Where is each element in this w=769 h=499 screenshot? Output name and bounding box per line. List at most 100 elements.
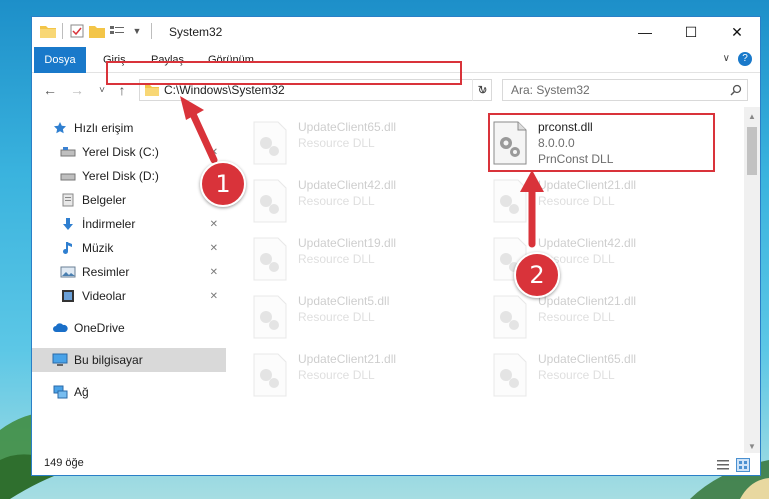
scroll-up-icon[interactable]: ▲	[744, 109, 760, 125]
dll-file-icon	[493, 353, 527, 397]
list-item[interactable]: UpdateClient21.dll Resource DLL	[492, 291, 712, 345]
tab-share[interactable]: Paylaş	[138, 47, 197, 73]
sidebar-item-videos[interactable]: Videolar ✕	[32, 284, 226, 308]
pin-icon[interactable]: ✕	[210, 291, 218, 302]
list-item[interactable]: UpdateClient42.dll Resource DLL	[252, 175, 472, 229]
drive-icon	[60, 168, 76, 184]
sidebar-item-quick-access[interactable]: Hızlı erişim	[32, 116, 226, 140]
properties-icon[interactable]	[69, 23, 85, 39]
file-description: Resource DLL	[538, 310, 615, 324]
dll-file-icon	[493, 179, 527, 223]
network-icon	[52, 384, 68, 400]
dll-file-icon	[493, 121, 527, 165]
recent-locations-button[interactable]: ˅	[92, 80, 112, 100]
toolbar-divider	[151, 23, 152, 39]
dll-file-icon	[493, 295, 527, 339]
list-item[interactable]: UpdateClient19.dll Resource DLL	[252, 233, 472, 287]
list-item[interactable]: UpdateClient65.dll Resource DLL	[492, 349, 712, 403]
back-button[interactable]: ←	[40, 80, 60, 100]
pin-icon[interactable]: ✕	[210, 267, 218, 278]
sidebar-item-this-pc[interactable]: Bu bilgisayar	[32, 348, 226, 372]
address-path[interactable]: C:\Windows\System32	[164, 83, 475, 97]
sidebar-item-music[interactable]: Müzik ✕	[32, 236, 226, 260]
sidebar-item-disk-d[interactable]: Yerel Disk (D:) ✕	[32, 164, 226, 188]
documents-icon	[60, 192, 76, 208]
maximize-button[interactable]: ☐	[668, 17, 714, 47]
file-description: PrnConst DLL	[538, 152, 614, 166]
search-input[interactable]	[511, 83, 725, 97]
sidebar-item-label: Ağ	[74, 385, 89, 399]
ribbon: Dosya Giriş Paylaş Görünüm ∨ ?	[32, 47, 760, 73]
tab-home[interactable]: Giriş	[90, 47, 139, 73]
file-description: Resource DLL	[298, 252, 375, 266]
file-name: UpdateClient21.dll	[538, 178, 637, 192]
pin-icon[interactable]: ✕	[210, 147, 218, 158]
quick-access-toolbar: ▼	[40, 23, 154, 39]
list-item[interactable]: UpdateClient5.dll Resource DLL	[252, 291, 472, 345]
list-item[interactable]: UpdateClient21.dll Resource DLL	[492, 175, 712, 229]
search-box[interactable]	[502, 79, 748, 101]
tab-file[interactable]: Dosya	[34, 47, 86, 73]
file-name: UpdateClient65.dll	[538, 352, 637, 366]
file-name: UpdateClient19.dll	[298, 236, 397, 250]
pin-icon[interactable]: ✕	[210, 219, 218, 230]
dll-file-icon	[253, 179, 287, 223]
dll-file-icon	[253, 121, 287, 165]
sidebar-item-downloads[interactable]: İndirmeler ✕	[32, 212, 226, 236]
sidebar-item-pictures[interactable]: Resimler ✕	[32, 260, 226, 284]
explorer-window: ▼ System32 — ☐ ✕ Dosya Giriş Paylaş Görü…	[31, 16, 761, 476]
file-description: Resource DLL	[298, 194, 375, 208]
sidebar-item-onedrive[interactable]: OneDrive	[32, 316, 226, 340]
close-button[interactable]: ✕	[714, 17, 760, 47]
sidebar-item-label: Bu bilgisayar	[74, 353, 143, 367]
star-icon	[52, 120, 68, 136]
tiles-view-icon[interactable]	[736, 458, 750, 472]
download-icon	[60, 216, 76, 232]
sidebar-item-label: Müzik	[82, 241, 114, 255]
file-name: UpdateClient21.dll	[538, 294, 637, 308]
videos-icon	[60, 288, 76, 304]
refresh-button[interactable]: ↻	[472, 79, 492, 101]
sidebar-item-label: Hızlı erişim	[74, 121, 134, 135]
address-bar[interactable]: C:\Windows\System32 ∨	[139, 79, 492, 101]
navigation-bar: ← → ˅ ↑ C:\Windows\System32 ∨ ↻	[32, 73, 760, 107]
step-1-badge: 1	[200, 161, 246, 207]
pin-icon[interactable]: ✕	[210, 243, 218, 254]
tab-view[interactable]: Görünüm	[195, 47, 267, 73]
sidebar-item-network[interactable]: Ağ	[32, 380, 226, 404]
list-item[interactable]: UpdateClient65.dll Resource DLL	[252, 117, 472, 171]
up-button[interactable]: ↑	[112, 80, 132, 100]
new-folder-icon[interactable]	[89, 23, 105, 39]
file-description: Resource DLL	[538, 368, 615, 382]
sidebar-item-documents[interactable]: Belgeler ✕	[32, 188, 226, 212]
minimize-button[interactable]: —	[622, 17, 668, 47]
details-view-icon[interactable]	[716, 458, 730, 472]
view-options-icon[interactable]	[109, 23, 125, 39]
file-name: UpdateClient65.dll	[298, 120, 397, 134]
sidebar-item-disk-c[interactable]: Yerel Disk (C:) ✕	[32, 140, 226, 164]
sidebar-item-label: Videolar	[82, 289, 126, 303]
sidebar-item-label: Yerel Disk (D:)	[82, 169, 159, 183]
cloud-icon	[52, 320, 68, 336]
search-icon[interactable]	[725, 84, 747, 96]
file-item-prconst[interactable]: prconst.dll 8.0.0.0 PrnConst DLL	[492, 117, 712, 171]
dll-file-icon	[253, 353, 287, 397]
customize-toolbar-icon[interactable]: ▼	[129, 23, 145, 39]
file-version: 8.0.0.0	[538, 136, 575, 150]
vertical-scrollbar[interactable]: ▲ ▼	[744, 107, 760, 457]
help-icon[interactable]: ?	[738, 52, 752, 66]
sidebar-item-label: Yerel Disk (C:)	[82, 145, 159, 159]
list-item[interactable]: UpdateClient21.dll Resource DLL	[252, 349, 472, 403]
chevron-down-icon[interactable]: ∨	[723, 53, 730, 64]
scrollbar-thumb[interactable]	[747, 127, 757, 175]
item-count: 149 öğe	[44, 457, 84, 469]
title-bar: ▼ System32 — ☐ ✕	[32, 17, 760, 47]
status-bar: 149 öğe	[32, 453, 760, 475]
sidebar-item-label: Resimler	[82, 265, 130, 279]
navigation-pane: Hızlı erişim Yerel Disk (C:) ✕ Yerel Dis…	[32, 113, 226, 453]
computer-icon	[52, 352, 68, 368]
step-2-badge: 2	[514, 252, 560, 298]
forward-button[interactable]: →	[67, 80, 87, 100]
music-icon	[60, 240, 76, 256]
file-name: prconst.dll	[538, 120, 593, 134]
